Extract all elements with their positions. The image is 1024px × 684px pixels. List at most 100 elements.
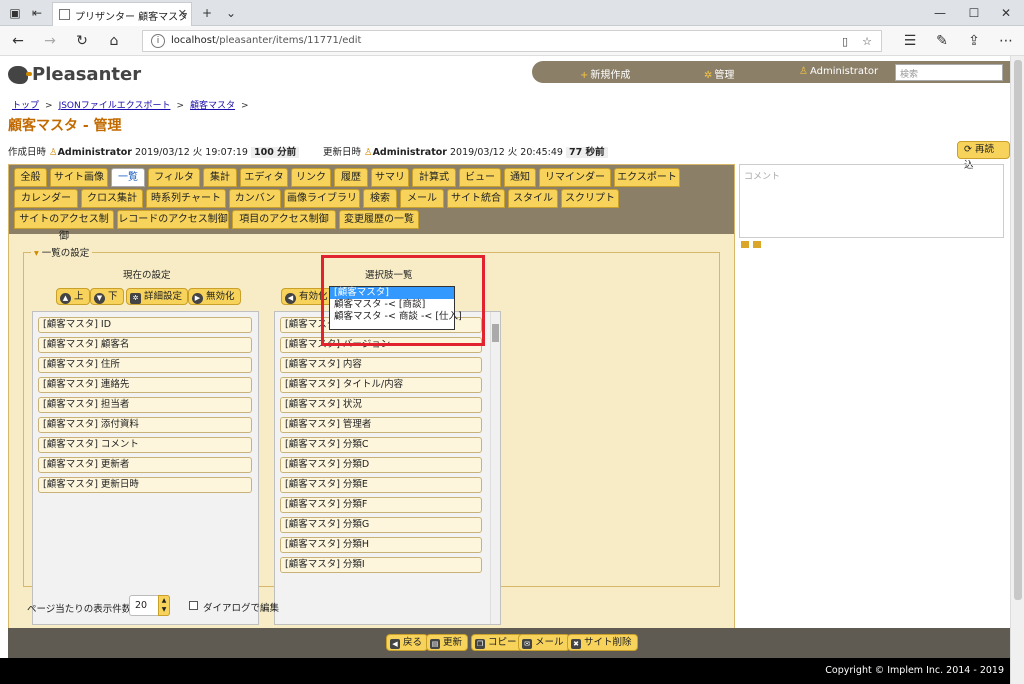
grid-settings-legend[interactable]: ▾ 一覧の設定 bbox=[31, 245, 93, 259]
comment-input[interactable]: コメント bbox=[739, 164, 1004, 238]
page-scrollbar[interactable] bbox=[1010, 56, 1024, 684]
dialog-edit-checkbox[interactable] bbox=[189, 601, 198, 610]
tab-row1-13[interactable]: エクスポート bbox=[614, 168, 680, 187]
choice-column-item[interactable]: [顧客マスタ] 分類H bbox=[280, 537, 482, 553]
new-item-link[interactable]: + 新規作成 bbox=[580, 66, 630, 81]
tab-row2-5[interactable]: 検索 bbox=[363, 189, 397, 208]
reading-view-icon[interactable]: ▯ bbox=[837, 34, 853, 50]
choice-column-item[interactable]: [顧客マスタ] 内容 bbox=[280, 357, 482, 373]
more-icon[interactable]: ⋯ bbox=[996, 32, 1016, 50]
current-column-item[interactable]: [顧客マスタ] 住所 bbox=[38, 357, 252, 373]
choice-column-item[interactable]: [顧客マスタ] 管理者 bbox=[280, 417, 482, 433]
tab-row1-2[interactable]: 一覧 bbox=[111, 168, 145, 187]
url-field[interactable]: i localhost/pleasanter/items/11771/edit … bbox=[142, 30, 882, 52]
home-icon[interactable]: ⌂ bbox=[104, 32, 124, 50]
detail-settings-button[interactable]: ✲ 詳細設定 bbox=[126, 288, 189, 305]
tab-row2-8[interactable]: スタイル bbox=[508, 189, 558, 208]
move-up-button[interactable]: ▲ 上 bbox=[56, 288, 90, 305]
current-column-item[interactable]: [顧客マスタ] コメント bbox=[38, 437, 252, 453]
favorites-hub-icon[interactable]: ☰ bbox=[900, 32, 920, 50]
tab-row1-7[interactable]: 履歴 bbox=[334, 168, 368, 187]
share-icon[interactable]: ⇪ bbox=[964, 32, 984, 50]
forward-arrow-icon[interactable]: → bbox=[40, 32, 60, 50]
tab-row2-4[interactable]: 画像ライブラリ bbox=[284, 189, 360, 208]
tab-row3-1[interactable]: レコードのアクセス制御 bbox=[117, 210, 229, 229]
choice-column-item[interactable]: [顧客マスタ] 状況 bbox=[280, 397, 482, 413]
choice-column-item[interactable]: [顧客マスタ] 分類F bbox=[280, 497, 482, 513]
mail-button[interactable]: ✉ メール bbox=[518, 634, 570, 651]
user-menu[interactable]: ♙ Administrator bbox=[799, 66, 878, 77]
tab-row1-9[interactable]: 計算式 bbox=[412, 168, 456, 187]
tab-row1-11[interactable]: 通知 bbox=[504, 168, 536, 187]
current-column-item[interactable]: [顧客マスタ] 顧客名 bbox=[38, 337, 252, 353]
back-button[interactable]: ◀ 戻る bbox=[386, 634, 429, 651]
choice-column-item[interactable]: [顧客マスタ] 分類E bbox=[280, 477, 482, 493]
tab-row1-12[interactable]: リマインダー bbox=[539, 168, 611, 187]
breadcrumb-json-export[interactable]: JSONファイルエクスポート bbox=[59, 101, 171, 111]
pen-notes-icon[interactable]: ✎ bbox=[932, 32, 952, 50]
choices-scrollbar[interactable] bbox=[490, 312, 500, 624]
disable-button[interactable]: ▶ 無効化 bbox=[188, 288, 241, 305]
tab-row2-9[interactable]: スクリプト bbox=[561, 189, 619, 208]
choice-column-item[interactable]: [顧客マスタ] 分類C bbox=[280, 437, 482, 453]
tab-row1-4[interactable]: 集計 bbox=[203, 168, 237, 187]
current-column-item[interactable]: [顧客マスタ] 担当者 bbox=[38, 397, 252, 413]
minimize-icon[interactable]: — bbox=[928, 3, 952, 23]
tab-row2-3[interactable]: カンバン bbox=[229, 189, 281, 208]
tab-row1-5[interactable]: エディタ bbox=[240, 168, 288, 187]
tab-row1-6[interactable]: リンク bbox=[291, 168, 331, 187]
tab-row2-1[interactable]: クロス集計 bbox=[81, 189, 143, 208]
tab-preview-chevron-icon[interactable]: ⌄ bbox=[222, 4, 240, 22]
tab-row1-10[interactable]: ビュー bbox=[459, 168, 501, 187]
update-button[interactable]: ▤ 更新 bbox=[426, 634, 469, 651]
tab-row2-7[interactable]: サイト統合 bbox=[447, 189, 505, 208]
copy-button[interactable]: ❐ コピー bbox=[471, 634, 523, 651]
tab-list-icon[interactable]: ▣ bbox=[6, 4, 24, 22]
current-column-item[interactable]: [顧客マスタ] 添付資料 bbox=[38, 417, 252, 433]
choice-column-item[interactable]: [顧客マスタ] 分類I bbox=[280, 557, 482, 573]
current-column-item[interactable]: [顧客マスタ] ID bbox=[38, 317, 252, 333]
tab-row3-2[interactable]: 項目のアクセス制御 bbox=[232, 210, 336, 229]
delete-site-button[interactable]: ✖ サイト削除 bbox=[567, 634, 638, 651]
manage-link[interactable]: ✲ 管理 bbox=[704, 66, 734, 81]
trash-icon: ✖ bbox=[571, 639, 581, 649]
browser-tab[interactable]: プリザンター 顧客マスタ サ ✕ bbox=[52, 2, 192, 26]
choice-column-item[interactable]: [顧客マスタ] タイトル/内容 bbox=[280, 377, 482, 393]
tab-row2-0[interactable]: カレンダー bbox=[14, 189, 78, 208]
comment-attach-icon[interactable] bbox=[753, 241, 761, 248]
browser-tab-title: プリザンター 顧客マスタ サ bbox=[75, 12, 192, 23]
current-column-item[interactable]: [顧客マスタ] 連絡先 bbox=[38, 377, 252, 393]
tab-row1-0[interactable]: 全般 bbox=[14, 168, 47, 187]
dialog-edit-label: ダイアログで編集 bbox=[203, 603, 280, 614]
logo[interactable]: Pleasanter bbox=[8, 64, 141, 85]
page-size-stepper[interactable]: ▲ ▼ bbox=[158, 595, 170, 616]
tab-row3-0[interactable]: サイトのアクセス制御 bbox=[14, 210, 114, 242]
tab-row1-3[interactable]: フィルタ bbox=[148, 168, 200, 187]
current-columns-list[interactable]: [顧客マスタ] ID [顧客マスタ] 顧客名 [顧客マスタ] 住所 [顧客マスタ] 連… bbox=[32, 311, 259, 625]
site-info-icon[interactable]: i bbox=[151, 34, 165, 48]
set-aside-tabs-icon[interactable]: ⇤ bbox=[28, 4, 46, 22]
favorite-star-icon[interactable]: ☆ bbox=[859, 34, 875, 50]
choice-column-item[interactable]: [顧客マスタ] 分類D bbox=[280, 457, 482, 473]
tab-row2-2[interactable]: 時系列チャート bbox=[146, 189, 226, 208]
tab-row1-8[interactable]: サマリ bbox=[371, 168, 409, 187]
choice-columns-list[interactable]: [顧客マスタ] 分類I [顧客マスタ] 分類H [顧客マスタ] 分類G [顧客マスタ]… bbox=[274, 311, 501, 625]
search-input[interactable]: 検索 bbox=[895, 64, 1003, 81]
breadcrumb-top[interactable]: トップ bbox=[12, 101, 39, 111]
current-column-item[interactable]: [顧客マスタ] 更新日時 bbox=[38, 477, 252, 493]
choice-column-item[interactable]: [顧客マスタ] 分類G bbox=[280, 517, 482, 533]
tab-row2-6[interactable]: メール bbox=[400, 189, 444, 208]
close-tab-icon[interactable]: ✕ bbox=[178, 7, 187, 20]
refresh-icon[interactable]: ↻ bbox=[72, 32, 92, 50]
comment-image-icon[interactable] bbox=[741, 241, 749, 248]
tab-row1-1[interactable]: サイト画像 bbox=[50, 168, 108, 187]
move-down-button[interactable]: ▼ 下 bbox=[90, 288, 124, 305]
breadcrumb-customer-master[interactable]: 顧客マスタ bbox=[190, 101, 235, 111]
maximize-icon[interactable]: ☐ bbox=[962, 3, 986, 23]
reload-button[interactable]: ⟳ 再読込 bbox=[957, 141, 1010, 171]
new-tab-icon[interactable]: + bbox=[198, 4, 216, 22]
back-arrow-icon[interactable]: ← bbox=[8, 32, 28, 50]
tab-row3-3[interactable]: 変更履歴の一覧 bbox=[339, 210, 419, 229]
window-close-icon[interactable]: ✕ bbox=[994, 3, 1018, 23]
current-column-item[interactable]: [顧客マスタ] 更新者 bbox=[38, 457, 252, 473]
